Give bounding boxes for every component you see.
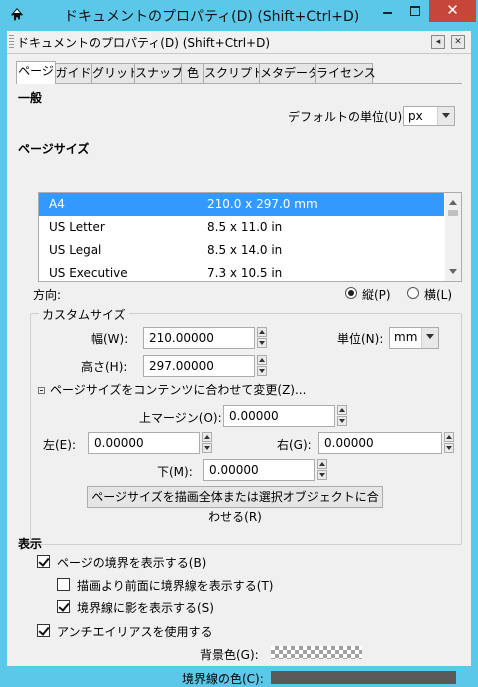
margin-right-label: 右(G): bbox=[277, 438, 312, 452]
margin-top-spinbox[interactable]: 0.00000 bbox=[223, 405, 349, 427]
inkscape-logo-icon bbox=[11, 8, 23, 21]
tab-color[interactable]: 色 bbox=[181, 63, 205, 83]
margin-bottom-label: 下(M): bbox=[157, 465, 193, 479]
margin-right-field[interactable]: 0.00000 bbox=[318, 432, 442, 454]
height-label: 高さ(H): bbox=[81, 360, 128, 374]
custom-size-frame: カスタムサイズ 幅(W): 210.00000 単位(N): mm 高さ(H):… bbox=[30, 306, 462, 545]
dock-close-button[interactable]: ✕ bbox=[451, 35, 465, 49]
decrement-icon[interactable] bbox=[444, 443, 454, 453]
landscape-radio[interactable] bbox=[407, 287, 419, 299]
show-border-checkbox[interactable] bbox=[37, 555, 50, 568]
chevron-down-icon bbox=[437, 107, 454, 125]
width-spinbox[interactable]: 210.00000 bbox=[143, 327, 269, 349]
margin-top-label: 上マージン(O): bbox=[139, 411, 222, 425]
margin-left-label: 左(E): bbox=[43, 438, 76, 452]
tab-snap[interactable]: スナップ bbox=[134, 63, 183, 83]
dock-float-button[interactable]: ◂ bbox=[431, 35, 445, 49]
list-scrollbar[interactable] bbox=[445, 193, 461, 281]
tab-grids[interactable]: グリッド bbox=[91, 63, 140, 83]
dock-grip-handle[interactable] bbox=[9, 35, 14, 49]
margin-bottom-field[interactable]: 0.00000 bbox=[203, 459, 315, 481]
decrement-icon[interactable] bbox=[257, 366, 267, 376]
margin-top-field[interactable]: 0.00000 bbox=[223, 405, 335, 427]
tab-license[interactable]: ライセンス bbox=[315, 63, 376, 83]
margin-left-field[interactable]: 0.00000 bbox=[88, 432, 200, 454]
close-button[interactable]: ✕ bbox=[429, 0, 476, 22]
maximize-button[interactable] bbox=[402, 0, 429, 22]
bg-color-swatch[interactable] bbox=[271, 646, 362, 659]
decrement-icon[interactable] bbox=[257, 338, 267, 348]
title-bar[interactable]: ドキュメントのプロパティ(D) (Shift+Ctrl+D) ✕ bbox=[0, 0, 478, 31]
antialias-checkbox[interactable] bbox=[37, 624, 50, 637]
page-tab-panel: 一般 デフォルトの単位(U): px ページサイズ A4 210.0 x 297… bbox=[16, 83, 462, 686]
margin-right-spinbox[interactable]: 0.00000 bbox=[318, 432, 456, 454]
landscape-label[interactable]: 横(L) bbox=[424, 286, 452, 303]
list-item[interactable]: US Executive 7.3 x 10.5 in bbox=[39, 262, 444, 281]
dock-header: ドキュメントのプロパティ(D) (Shift+Ctrl+D) ◂ ✕ bbox=[7, 31, 471, 54]
show-border-label[interactable]: ページの境界を表示する(B) bbox=[57, 554, 206, 571]
scroll-thumb[interactable] bbox=[448, 210, 458, 216]
fit-to-content-expander[interactable]: ページサイズをコンテンツに合わせて変更(Z)... bbox=[50, 381, 306, 398]
fit-to-drawing-button[interactable]: ページサイズを描画全体または選択オブジェクトに合わせる(R) bbox=[87, 486, 383, 524]
unit-select[interactable]: mm bbox=[389, 327, 439, 349]
tab-scripting[interactable]: スクリプト bbox=[203, 63, 264, 83]
minimize-button[interactable] bbox=[373, 0, 402, 22]
collapse-icon[interactable] bbox=[38, 387, 45, 394]
border-shadow-label[interactable]: 境界線に影を表示する(S) bbox=[77, 599, 214, 616]
list-item[interactable]: US Letter 8.5 x 11.0 in bbox=[39, 216, 444, 239]
tab-metadata[interactable]: メタデータ bbox=[259, 63, 320, 83]
decrement-icon[interactable] bbox=[337, 416, 347, 426]
border-on-top-checkbox[interactable] bbox=[57, 578, 70, 591]
tab-page[interactable]: ページ bbox=[16, 61, 56, 84]
height-field[interactable]: 297.00000 bbox=[143, 355, 255, 377]
border-shadow-checkbox[interactable] bbox=[57, 600, 70, 613]
increment-icon[interactable] bbox=[317, 459, 327, 469]
dock-title: ドキュメントのプロパティ(D) (Shift+Ctrl+D) bbox=[17, 36, 271, 50]
dialog-window: ドキュメントのプロパティ(D) (Shift+Ctrl+D) ✕ ドキュメントの… bbox=[0, 0, 478, 686]
scroll-up-icon[interactable] bbox=[449, 200, 457, 205]
general-heading: 一般 bbox=[18, 91, 43, 105]
custom-size-title: カスタムサイズ bbox=[39, 306, 129, 323]
increment-icon[interactable] bbox=[257, 355, 267, 365]
list-item[interactable]: US Legal 8.5 x 14.0 in bbox=[39, 239, 444, 262]
chevron-down-icon bbox=[421, 328, 438, 348]
portrait-radio[interactable] bbox=[345, 287, 357, 299]
unit-label: 単位(N): bbox=[337, 332, 384, 346]
antialias-label[interactable]: アンチエイリアスを使用する bbox=[57, 623, 213, 640]
width-label: 幅(W): bbox=[91, 332, 129, 346]
orientation-label: 方向: bbox=[33, 288, 62, 302]
decrement-icon[interactable] bbox=[202, 443, 212, 453]
scroll-down-icon[interactable] bbox=[449, 269, 457, 274]
increment-icon[interactable] bbox=[337, 405, 347, 415]
list-item[interactable]: A4 210.0 x 297.0 mm bbox=[39, 193, 444, 216]
display-heading: 表示 bbox=[18, 537, 43, 551]
decrement-icon[interactable] bbox=[317, 470, 327, 480]
margin-bottom-spinbox[interactable]: 0.00000 bbox=[203, 459, 329, 481]
border-on-top-label[interactable]: 描画より前面に境界線を表示する(T) bbox=[77, 577, 273, 594]
width-field[interactable]: 210.00000 bbox=[143, 327, 255, 349]
page-size-heading: ページサイズ bbox=[18, 142, 90, 156]
margin-left-spinbox[interactable]: 0.00000 bbox=[88, 432, 214, 454]
dialog-client: ドキュメントのプロパティ(D) (Shift+Ctrl+D) ◂ ✕ ページ ガ… bbox=[7, 31, 471, 686]
default-unit-label: デフォルトの単位(U): bbox=[288, 110, 407, 124]
bg-color-label: 背景色(G): bbox=[200, 648, 259, 662]
portrait-label[interactable]: 縦(P) bbox=[362, 286, 391, 303]
increment-icon[interactable] bbox=[444, 432, 454, 442]
tab-guides[interactable]: ガイド bbox=[54, 63, 93, 83]
page-size-list[interactable]: A4 210.0 x 297.0 mm US Letter 8.5 x 11.0… bbox=[38, 192, 462, 282]
height-spinbox[interactable]: 297.00000 bbox=[143, 355, 269, 377]
increment-icon[interactable] bbox=[202, 432, 212, 442]
increment-icon[interactable] bbox=[257, 327, 267, 337]
default-unit-select[interactable]: px bbox=[403, 106, 455, 126]
window-title: ドキュメントのプロパティ(D) (Shift+Ctrl+D) bbox=[64, 9, 360, 25]
